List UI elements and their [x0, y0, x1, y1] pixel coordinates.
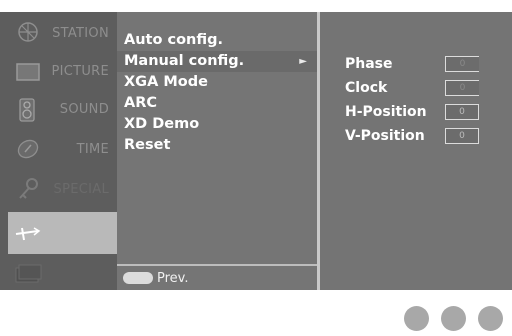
setting-row-v-position[interactable]: V-Position 0 [320, 124, 512, 148]
remote-key-icon [123, 272, 153, 284]
menu-item-label: Manual config. [124, 53, 245, 69]
indicator-dot [404, 306, 429, 331]
setting-row-phase[interactable]: Phase 0 [320, 52, 512, 76]
menu-item-xd-demo[interactable]: XD Demo [117, 114, 317, 135]
setting-label: Clock [345, 80, 388, 96]
menu-item-manual-config[interactable]: Manual config. ► [117, 51, 317, 72]
setting-value-field[interactable]: 0 [445, 56, 479, 72]
speaker-icon [14, 96, 42, 122]
sidebar-item-special[interactable]: SPECIAL [8, 170, 117, 208]
osd-menu: STATION PICTURE SOUND TIME SPECIAL Auto … [0, 12, 512, 290]
prev-label: Prev. [157, 270, 189, 286]
sidebar-item-label: SOUND [59, 101, 109, 117]
sidebar-item-station[interactable]: STATION [8, 14, 117, 52]
menu-item-label: Reset [124, 137, 171, 153]
menu-item-auto-config[interactable]: Auto config. [117, 30, 317, 51]
indicator-dot [478, 306, 503, 331]
setting-row-clock[interactable]: Clock 0 [320, 76, 512, 100]
sidebar-item-label: PICTURE [51, 63, 109, 79]
settings-panel: Phase 0 Clock 0 H-Position 0 V-Position … [320, 12, 512, 290]
settings-list: Phase 0 Clock 0 H-Position 0 V-Position … [320, 52, 512, 148]
sidebar-item-window[interactable] [8, 254, 117, 292]
window-icon [14, 260, 42, 286]
sidebar-item-time[interactable]: TIME [8, 130, 117, 168]
sidebar-item-screen[interactable] [8, 212, 117, 254]
sidebar-item-sound[interactable]: SOUND [8, 90, 117, 128]
key-icon [14, 176, 42, 202]
prev-button[interactable]: Prev. [117, 264, 317, 290]
submenu-arrow-icon: ► [299, 56, 307, 67]
menu-item-reset[interactable]: Reset [117, 135, 317, 156]
sidebar-item-label: TIME [76, 141, 109, 157]
setting-value-field[interactable]: 0 [445, 104, 479, 120]
clock-icon [14, 136, 42, 162]
menu-list: Auto config. Manual config. ► XGA Mode A… [117, 30, 317, 156]
menu-item-label: XGA Mode [124, 74, 208, 90]
setting-label: V-Position [345, 128, 425, 144]
sidebar-item-picture[interactable]: PICTURE [8, 52, 117, 90]
menu-item-label: Auto config. [124, 32, 224, 48]
menu-panel: Auto config. Manual config. ► XGA Mode A… [117, 12, 317, 290]
station-antenna-icon [14, 20, 42, 46]
menu-item-xga-mode[interactable]: XGA Mode [117, 72, 317, 93]
picture-screen-icon [14, 58, 42, 84]
menu-item-label: ARC [124, 95, 158, 111]
setting-label: Phase [345, 56, 393, 72]
page-indicator [404, 306, 503, 331]
screen-tool-icon [14, 220, 42, 246]
menu-item-arc[interactable]: ARC [117, 93, 317, 114]
sidebar-item-label: STATION [52, 25, 109, 41]
setting-label: H-Position [345, 104, 427, 120]
sidebar-item-label: SPECIAL [53, 181, 109, 197]
setting-value-field[interactable]: 0 [445, 128, 479, 144]
menu-item-label: XD Demo [124, 116, 200, 132]
indicator-dot [441, 306, 466, 331]
setting-value-field[interactable]: 0 [445, 80, 479, 96]
setting-row-h-position[interactable]: H-Position 0 [320, 100, 512, 124]
sidebar: STATION PICTURE SOUND TIME SPECIAL [8, 12, 117, 290]
